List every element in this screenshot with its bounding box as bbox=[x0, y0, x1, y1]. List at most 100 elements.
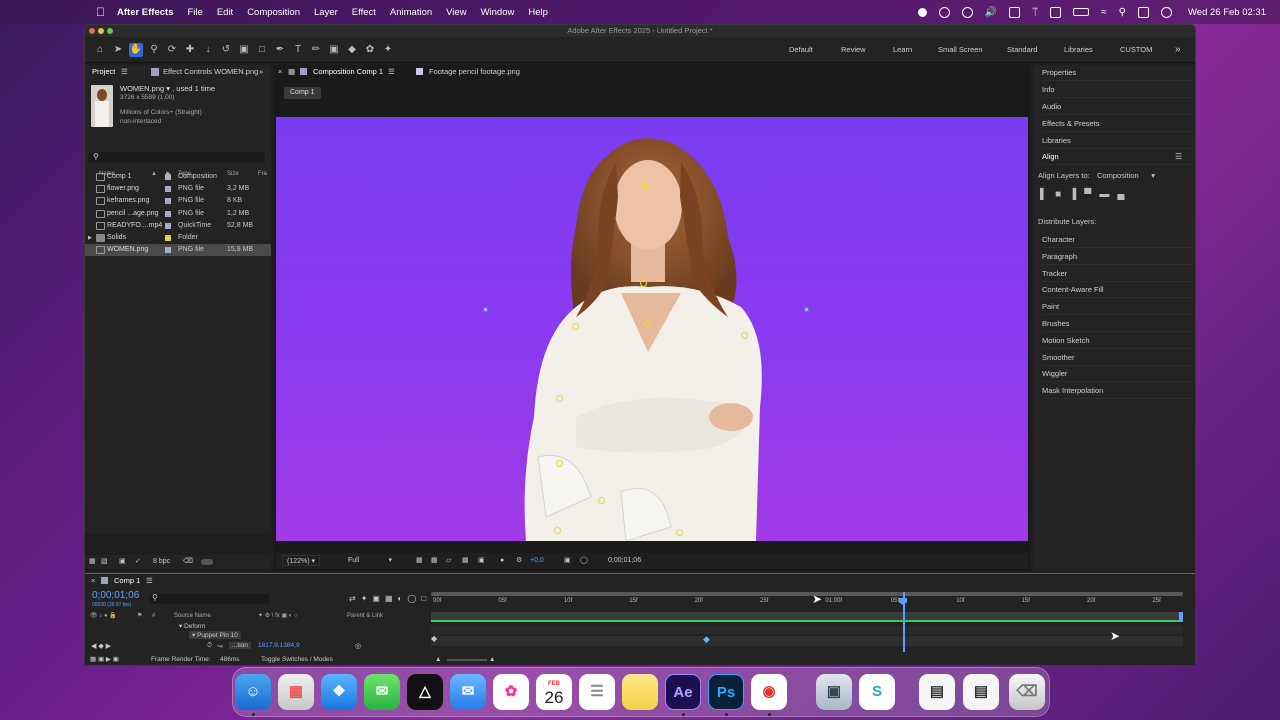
bpc-label[interactable]: 8 bpc bbox=[153, 555, 170, 569]
timeline-menu-icon[interactable]: ☰ bbox=[146, 574, 153, 588]
transparency-grid-icon[interactable]: ▦ bbox=[431, 553, 438, 569]
puppet-pin[interactable] bbox=[741, 332, 748, 339]
siri-icon[interactable] bbox=[1161, 6, 1172, 18]
chrome-icon[interactable]: ◉ bbox=[751, 674, 787, 710]
align-left-icon[interactable]: ▌ bbox=[1040, 189, 1047, 205]
clone-stamp-tool-icon[interactable]: ▣ bbox=[327, 43, 341, 57]
toggle-switches-modes[interactable]: Toggle Switches / Modes bbox=[261, 654, 333, 665]
footer-icons[interactable]: ▦ ▣ ▶ ▣ bbox=[90, 654, 119, 665]
recent-document-icon[interactable]: ▤ bbox=[919, 674, 955, 710]
menu-view[interactable]: View bbox=[446, 7, 466, 18]
label-color-swatch[interactable] bbox=[165, 247, 171, 254]
hand-tool-icon[interactable]: ✋ bbox=[129, 42, 143, 57]
panel-character[interactable]: Character bbox=[1042, 232, 1192, 248]
menu-effect[interactable]: Effect bbox=[352, 7, 376, 18]
label-color-swatch[interactable] bbox=[165, 222, 171, 229]
exposure-value[interactable]: +0,0 bbox=[530, 553, 544, 569]
reminders-icon[interactable]: ☰ bbox=[579, 674, 615, 710]
delete-icon[interactable]: ⌫ bbox=[183, 555, 193, 569]
align-menu-icon[interactable]: ☰ bbox=[1175, 149, 1182, 165]
puppet-pin[interactable] bbox=[572, 323, 579, 330]
project-item[interactable]: WOMEN.png PNG file 15,9 MB bbox=[85, 244, 271, 257]
graph-icon[interactable]: □ bbox=[421, 594, 426, 604]
new-folder-icon[interactable]: ▧ bbox=[101, 555, 108, 569]
label-color-swatch[interactable] bbox=[165, 174, 171, 180]
rotate-tool-icon[interactable]: ↺ bbox=[219, 43, 233, 57]
tab-composition-comp-1[interactable]: Composition Comp 1 bbox=[313, 65, 383, 79]
panel-paint[interactable]: Paint bbox=[1042, 299, 1192, 316]
shy-icon[interactable]: ▣ bbox=[372, 594, 380, 604]
panel-wiggler[interactable]: Wiggler bbox=[1042, 366, 1192, 383]
pan-behind-tool-icon[interactable]: ▣ bbox=[237, 43, 251, 57]
menu-file[interactable]: File bbox=[188, 7, 203, 18]
panel-overflow-icon[interactable]: » bbox=[259, 65, 263, 79]
puppet-pin[interactable] bbox=[676, 529, 683, 536]
puppet-pin[interactable] bbox=[556, 460, 563, 467]
close-timeline-tab-icon[interactable]: × bbox=[91, 574, 95, 588]
safari-icon[interactable]: ❖ bbox=[321, 674, 357, 710]
close-window-button[interactable] bbox=[89, 28, 95, 34]
menu-composition[interactable]: Composition bbox=[247, 7, 300, 18]
selection-tool-icon[interactable]: ➤ bbox=[111, 43, 125, 57]
menu-animation[interactable]: Animation bbox=[390, 7, 432, 18]
roto-brush-tool-icon[interactable]: ✿ bbox=[363, 43, 377, 57]
puppet-pin-tool-icon[interactable]: ✦ bbox=[381, 43, 395, 57]
puppet-pin[interactable] bbox=[640, 280, 647, 287]
photos-icon[interactable]: ✿ bbox=[493, 674, 529, 710]
zoom-in-icon[interactable]: ▲ bbox=[489, 654, 495, 665]
zoom-tool-icon[interactable]: ⚲ bbox=[147, 43, 161, 57]
panel-mask-interpolation[interactable]: Mask Interpolation bbox=[1042, 383, 1192, 400]
lock-icon[interactable]: ▦ bbox=[288, 65, 295, 79]
after-effects-dock-icon[interactable]: Ae bbox=[665, 674, 701, 710]
menu-help[interactable]: Help bbox=[528, 7, 548, 18]
display-icon[interactable] bbox=[1009, 6, 1021, 18]
project-item[interactable]: keframes.png PNG file 8 KB bbox=[85, 195, 271, 207]
panel-motion-sketch[interactable]: Motion Sketch bbox=[1042, 333, 1192, 349]
panel-align-title[interactable]: Align bbox=[1042, 149, 1192, 165]
panel-brushes[interactable]: Brushes bbox=[1042, 316, 1192, 332]
flowchart-icon[interactable] bbox=[201, 559, 213, 565]
launchpad-icon[interactable]: ▦ bbox=[278, 674, 314, 710]
keyboard-icon[interactable] bbox=[1050, 6, 1062, 18]
calendar-icon[interactable]: FEB 26 bbox=[536, 674, 572, 710]
preview-app-icon[interactable]: ▣ bbox=[816, 674, 852, 710]
project-settings-icon[interactable]: ✓ bbox=[135, 555, 141, 569]
time-graph[interactable]: 00f 05f 10f 15f 20f 25f 01:00f 05f 10f 15f 20f 25f … bbox=[431, 592, 1183, 654]
align-hcenter-icon[interactable]: ■ bbox=[1055, 189, 1061, 205]
script-icon[interactable] bbox=[938, 6, 950, 18]
panel-properties[interactable]: Properties bbox=[1042, 65, 1192, 81]
magnification-select[interactable]: (122%) ▾ bbox=[282, 555, 321, 566]
work-area-end[interactable] bbox=[1179, 612, 1183, 622]
apple-icon[interactable]:  bbox=[96, 5, 105, 19]
photoshop-dock-icon[interactable]: Ps bbox=[708, 674, 744, 710]
panel-paragraph[interactable]: Paragraph bbox=[1042, 249, 1192, 265]
col-parent-link[interactable]: Parent & Link bbox=[347, 610, 383, 622]
eraser-tool-icon[interactable]: ◆ bbox=[345, 43, 359, 57]
viewer-menu-icon[interactable]: ☰ bbox=[388, 65, 395, 79]
graph-editor-icon[interactable]: ◯ bbox=[407, 594, 416, 604]
panel-libraries[interactable]: Libraries bbox=[1042, 133, 1192, 149]
show-snapshot-icon[interactable]: ◯ bbox=[580, 553, 588, 569]
position-property-label[interactable]: ...tion bbox=[229, 642, 251, 649]
disclosure-triangle-icon[interactable]: ▶ bbox=[88, 232, 92, 244]
puppet-pin[interactable] bbox=[598, 497, 605, 504]
creative-cloud-icon[interactable] bbox=[961, 6, 973, 18]
stopwatch-icon[interactable]: ⏱ bbox=[207, 642, 212, 650]
surfshark-icon[interactable]: S bbox=[859, 674, 895, 710]
record-icon[interactable] bbox=[917, 7, 927, 17]
tab-project[interactable]: Project bbox=[92, 65, 115, 79]
mail-icon[interactable]: ✉ bbox=[450, 674, 486, 710]
align-top-icon[interactable]: ▀ bbox=[1084, 189, 1091, 205]
tab-effect-controls[interactable]: Effect Controls WOMEN.png bbox=[163, 65, 258, 79]
pen-tool-icon[interactable]: ✒ bbox=[273, 43, 287, 57]
project-item[interactable]: Comp 1 Composition bbox=[85, 171, 271, 183]
panel-menu-icon[interactable]: ☰ bbox=[121, 65, 128, 79]
orbit-tool-icon[interactable]: ⟳ bbox=[165, 43, 179, 57]
comp-navigator-chip[interactable]: Comp 1 bbox=[284, 87, 321, 99]
col-source-name[interactable]: Source Name bbox=[174, 610, 211, 622]
workspace-libraries[interactable]: Libraries bbox=[1064, 37, 1093, 63]
volume-icon[interactable]: 🔊 bbox=[985, 7, 997, 18]
snapshot-icon[interactable]: ▣ bbox=[478, 553, 485, 569]
label-color-swatch[interactable] bbox=[165, 186, 171, 193]
color-management-icon[interactable]: ⚙ bbox=[516, 553, 522, 569]
